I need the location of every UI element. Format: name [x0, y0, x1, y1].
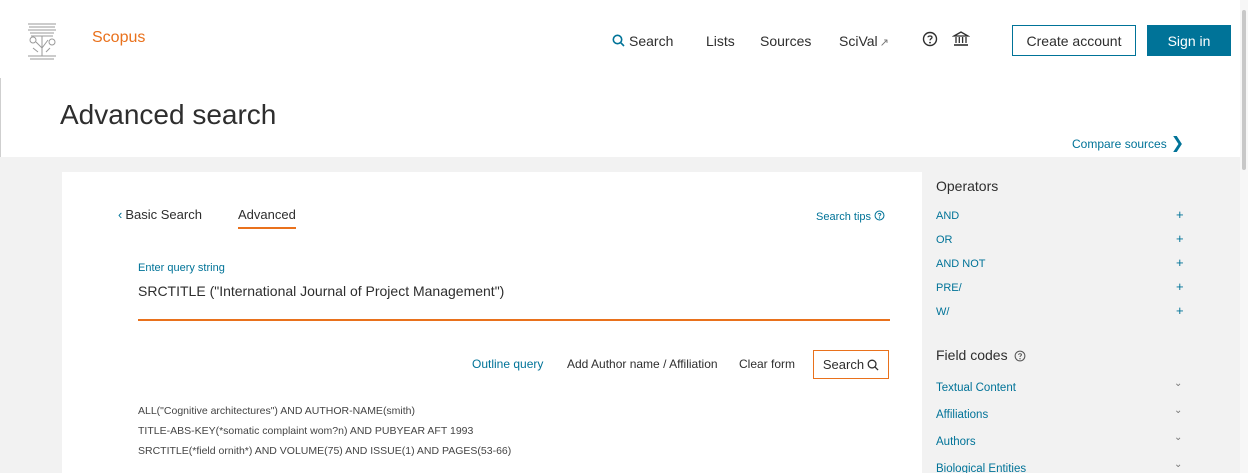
compare-sources-link[interactable]: Compare sources ❯: [1072, 133, 1184, 153]
top-header: Scopus Search Lists Sources SciVal ↗ Crea…: [0, 0, 1248, 78]
operator-pre[interactable]: PRE/: [936, 282, 962, 294]
nav-lists[interactable]: Lists: [706, 33, 735, 49]
plus-icon[interactable]: +: [1176, 255, 1184, 270]
compare-sources-label: Compare sources: [1072, 137, 1167, 151]
query-input-underline: [138, 319, 890, 321]
operator-and-not[interactable]: AND NOT: [936, 258, 986, 270]
elsevier-logo[interactable]: [22, 18, 62, 62]
nav-sources[interactable]: Sources: [760, 33, 811, 49]
add-author-affiliation-link[interactable]: Add Author name / Affiliation: [567, 357, 718, 371]
field-code-biological-entities[interactable]: Biological Entities: [936, 463, 1026, 473]
chevron-down-icon[interactable]: ⌄: [1174, 459, 1182, 470]
nav-scival-label: SciVal: [839, 33, 878, 49]
search-button-label: Search: [822, 357, 865, 372]
search-tips-label: Search tips: [816, 211, 872, 223]
outline-query-link[interactable]: Outline query: [472, 357, 543, 371]
help-icon[interactable]: [922, 31, 938, 47]
tab-advanced[interactable]: Advanced: [238, 207, 296, 229]
nav-search-label: Search: [629, 33, 674, 49]
chevron-down-icon[interactable]: ⌄: [1174, 432, 1182, 443]
external-link-icon: ↗: [879, 37, 889, 49]
example-query: TITLE-ABS-KEY(*somatic complaint wom?n) …: [138, 425, 474, 437]
search-icon: [612, 34, 625, 47]
plus-icon[interactable]: +: [1176, 231, 1184, 246]
chevron-right-icon: ❯: [1170, 135, 1185, 152]
help-icon[interactable]: [1014, 350, 1026, 362]
plus-icon[interactable]: +: [1176, 303, 1184, 318]
operator-w[interactable]: W/: [936, 306, 949, 318]
plus-icon[interactable]: +: [1176, 207, 1184, 222]
scrollbar-thumb[interactable]: [1242, 10, 1246, 170]
operator-and[interactable]: AND: [936, 210, 959, 222]
field-code-authors[interactable]: Authors: [936, 436, 976, 448]
field-code-textual-content[interactable]: Textual Content: [936, 382, 1016, 394]
query-string-input[interactable]: SRCTITLE ("International Journal of Proj…: [138, 283, 888, 299]
example-query: ALL("Cognitive architectures") AND AUTHO…: [138, 405, 416, 417]
plus-icon[interactable]: +: [1176, 279, 1184, 294]
create-account-button[interactable]: Create account: [1012, 25, 1136, 56]
chevron-down-icon[interactable]: ⌄: [1174, 405, 1182, 416]
scopus-brand[interactable]: Scopus: [92, 29, 145, 47]
field-code-affiliations[interactable]: Affiliations: [936, 409, 988, 421]
chevron-down-icon[interactable]: ⌄: [1174, 378, 1182, 389]
tab-basic-search-label: Basic Search: [125, 207, 202, 222]
sign-in-button[interactable]: Sign in: [1147, 25, 1231, 56]
tab-basic-search[interactable]: ‹ Basic Search: [118, 207, 202, 222]
search-button[interactable]: Search: [813, 350, 889, 379]
nav-scival[interactable]: SciVal ↗: [839, 33, 889, 49]
nav-search[interactable]: Search: [612, 33, 673, 49]
operator-or[interactable]: OR: [936, 234, 953, 246]
search-tips-link[interactable]: Search tips: [816, 210, 885, 223]
operators-heading: Operators: [936, 178, 999, 194]
institution-icon[interactable]: [952, 30, 970, 48]
search-icon: [867, 359, 879, 371]
query-string-label: Enter query string: [138, 262, 225, 274]
help-icon: [874, 210, 885, 221]
chevron-left-icon: ‹: [118, 207, 123, 222]
example-query: SRCTITLE(*field ornith*) AND VOLUME(75) …: [138, 445, 512, 457]
field-codes-label: Field codes: [936, 347, 1008, 363]
clear-form-link[interactable]: Clear form: [739, 357, 795, 371]
page-title: Advanced search: [60, 99, 277, 130]
field-codes-heading: Field codes: [936, 347, 1026, 363]
